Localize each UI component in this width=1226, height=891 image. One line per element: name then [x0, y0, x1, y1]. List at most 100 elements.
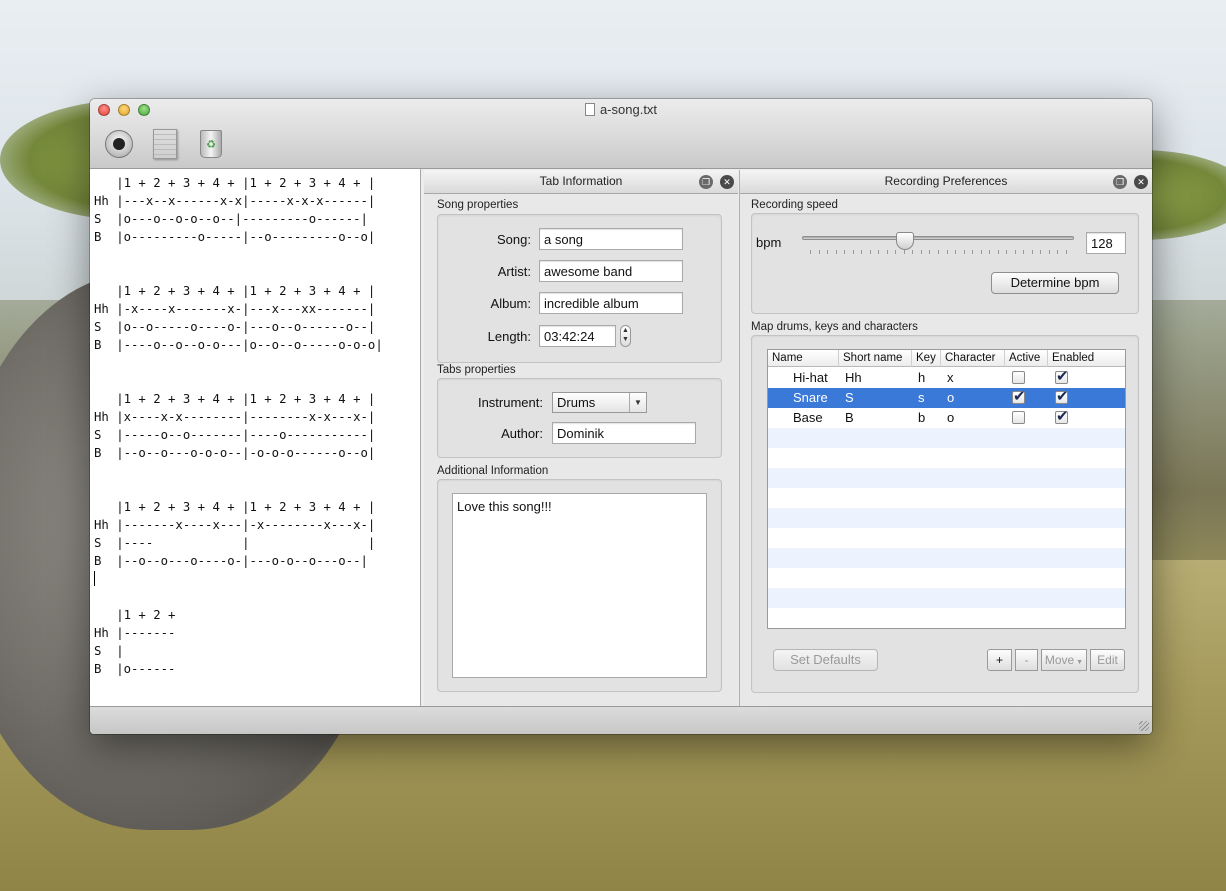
bpm-slider[interactable]: [802, 232, 1074, 258]
recording-speed-group: [751, 213, 1139, 314]
record-button[interactable]: [102, 127, 136, 161]
additional-info-title: Additional Information: [437, 465, 549, 477]
active-checkbox[interactable]: [1012, 411, 1025, 424]
tab-line: [94, 462, 420, 480]
remove-row-button[interactable]: -: [1015, 649, 1038, 671]
album-field[interactable]: incredible album: [539, 292, 683, 314]
table-row: [768, 508, 1125, 528]
column-header-short-name[interactable]: Short name: [839, 350, 912, 367]
column-header-enabled[interactable]: Enabled: [1048, 350, 1125, 367]
author-field[interactable]: Dominik: [552, 422, 696, 444]
add-row-button[interactable]: +: [987, 649, 1012, 671]
short-name-cell: Hh: [845, 370, 862, 385]
determine-bpm-button[interactable]: Determine bpm: [991, 272, 1119, 294]
enabled-checkbox[interactable]: [1055, 387, 1069, 405]
key-cell: h: [918, 370, 926, 385]
slider-tick: [895, 250, 897, 254]
tab-line: [94, 372, 420, 390]
tab-line: B |o---------o-----|--o---------o--o|: [94, 230, 376, 244]
table-row[interactable]: Snare Ss o: [768, 387, 1125, 408]
table-row: [768, 488, 1125, 508]
tab-info-header: Tab Information ❐ ✕: [424, 170, 738, 194]
trash-icon: ♻: [200, 130, 222, 158]
instrument-select[interactable]: Drums ▼: [552, 392, 647, 413]
edit-row-button[interactable]: Edit: [1090, 649, 1125, 671]
drum-name-cell: Hi-hat: [793, 370, 828, 385]
tab-line: [94, 570, 420, 588]
window-title: a-song.txt: [90, 102, 1152, 117]
tab-line: |1 + 2 + 3 + 4 + |1 + 2 + 3 + 4 + |: [94, 284, 376, 298]
table-row[interactable]: Base Bb o: [768, 407, 1125, 428]
slider-tick: [997, 250, 999, 254]
song-label: Song:: [497, 232, 531, 247]
tab-editor[interactable]: |1 + 2 + 3 + 4 + |1 + 2 + 3 + 4 + | Hh |-…: [90, 169, 421, 706]
song-field[interactable]: a song: [539, 228, 683, 250]
status-bar: [90, 706, 1152, 734]
tab-line: S |o--o-----o----o-|---o--o------o--|: [94, 320, 376, 334]
slider-tick: [827, 250, 829, 254]
tab-line: |1 + 2 + 3 + 4 + |1 + 2 + 3 + 4 + |: [94, 392, 376, 406]
additional-info-textarea[interactable]: Love this song!!!: [452, 493, 707, 678]
detach-icon[interactable]: ❐: [1113, 175, 1127, 189]
tab-line: Hh |-------: [94, 626, 176, 640]
tab-line: |1 + 2 + 3 + 4 + |1 + 2 + 3 + 4 + |: [94, 176, 376, 190]
column-header-character[interactable]: Character: [941, 350, 1005, 367]
drum-name-cell: Snare: [793, 390, 828, 405]
table-row: [768, 568, 1125, 588]
recording-prefs-header: Recording Preferences ❐ ✕: [739, 170, 1152, 194]
column-header-active[interactable]: Active: [1005, 350, 1048, 367]
table-row: [768, 548, 1125, 568]
slider-tick: [1014, 250, 1016, 254]
trash-button[interactable]: ♻: [194, 127, 228, 161]
slider-tick: [1023, 250, 1025, 254]
length-field[interactable]: 03:42:24: [539, 325, 616, 347]
document-button[interactable]: [148, 127, 182, 161]
move-row-button[interactable]: Move ▼: [1041, 649, 1087, 671]
slider-tick: [920, 250, 922, 254]
tabs-properties-title: Tabs properties: [437, 364, 516, 376]
short-name-cell: S: [845, 390, 854, 405]
bpm-label: bpm: [756, 235, 782, 250]
slider-tick: [903, 250, 905, 254]
column-header-name[interactable]: Name: [768, 350, 839, 367]
table-row: [768, 468, 1125, 488]
tab-line: Hh |-x----x-------x-|---x---xx-------|: [94, 302, 376, 316]
close-panel-icon[interactable]: ✕: [720, 175, 734, 189]
record-icon: [105, 130, 133, 158]
chevron-down-icon: ▼: [629, 393, 646, 412]
slider-tick: [989, 250, 991, 254]
active-checkbox[interactable]: [1012, 371, 1025, 384]
table-row[interactable]: Hi-hat Hh h x: [768, 367, 1125, 388]
artist-field[interactable]: awesome band: [539, 260, 683, 282]
slider-tick: [844, 250, 846, 254]
active-checkbox[interactable]: [1012, 387, 1026, 405]
detach-icon[interactable]: ❐: [699, 175, 713, 189]
column-header-key[interactable]: Key: [912, 350, 941, 367]
album-label: Album:: [490, 296, 531, 311]
set-defaults-button[interactable]: Set Defaults: [773, 649, 878, 671]
tab-line: |1 + 2 +: [94, 608, 176, 622]
close-panel-icon[interactable]: ✕: [1134, 175, 1148, 189]
document-icon: [584, 103, 595, 116]
bpm-field[interactable]: 128: [1086, 232, 1126, 254]
slider-tick: [810, 250, 811, 254]
character-cell: x: [947, 370, 954, 385]
resize-grip-icon[interactable]: [1139, 721, 1149, 731]
slider-tick: [869, 250, 871, 254]
tab-info-panel: Song properties Song: a song Artist: awe…: [424, 194, 738, 706]
length-label: Length:: [487, 329, 531, 344]
short-name-cell: B: [845, 410, 854, 425]
tab-line: [94, 246, 420, 264]
slider-tick: [818, 250, 820, 254]
length-stepper[interactable]: ▲ ▼: [620, 325, 631, 347]
tab-line: Hh |x----x-x--------|--------x-x---x-|: [94, 410, 376, 424]
drum-name-cell: Base: [793, 410, 823, 425]
table-header: Name Short name Key Character Active Ena…: [768, 350, 1125, 367]
slider-tick: [1066, 250, 1067, 254]
tab-line: [94, 354, 420, 372]
enabled-checkbox[interactable]: [1055, 407, 1069, 425]
enabled-checkbox[interactable]: [1055, 367, 1069, 385]
tabs-properties-group: [437, 378, 722, 458]
title-bar: a-song.txt ♻: [90, 99, 1152, 169]
slider-tick: [972, 250, 974, 254]
